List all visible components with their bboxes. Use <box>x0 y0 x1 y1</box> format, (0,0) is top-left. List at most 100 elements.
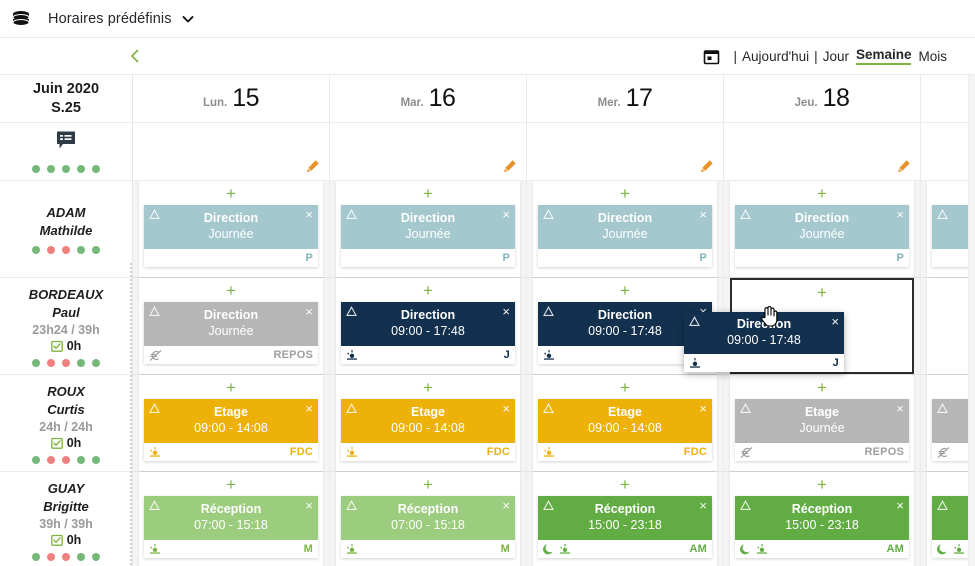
close-icon[interactable]: × <box>699 208 707 221</box>
add-shift-button[interactable]: + <box>139 472 323 496</box>
add-shift-button[interactable]: + <box>927 181 968 205</box>
schedule-cell[interactable]: +DirectionJournée×P <box>133 181 329 278</box>
schedule-cell[interactable]: + Etage 09:00 - 14:08 × FDC <box>330 375 526 472</box>
pencil-icon[interactable] <box>897 159 911 173</box>
shift-card[interactable]: DirectionJournée×P <box>735 205 909 267</box>
shift-card[interactable]: Direction 09:00 - 17:48 × J <box>341 302 515 364</box>
add-shift-button[interactable]: + <box>732 280 912 304</box>
add-shift-button[interactable]: + <box>139 375 323 399</box>
close-icon[interactable]: × <box>699 499 707 512</box>
close-icon[interactable]: × <box>502 499 510 512</box>
add-shift-button[interactable]: + <box>927 375 968 399</box>
day-header[interactable]: Jeu. 18 <box>724 75 920 123</box>
employee-row-header[interactable]: ROUX Curtis 24h / 24h 0h <box>0 375 132 472</box>
shift-card[interactable]: DirectionJournée×P <box>932 205 968 267</box>
close-icon[interactable]: × <box>896 208 904 221</box>
pencil-icon[interactable] <box>700 159 714 173</box>
shift-card[interactable]: Etage 09:00 - 14:08 × FDC <box>341 399 515 461</box>
day-note-cell[interactable] <box>330 123 526 181</box>
close-icon[interactable]: × <box>305 305 313 318</box>
shift-card[interactable]: Direction Journée × REPOS <box>144 302 318 364</box>
day-header[interactable] <box>921 75 968 123</box>
close-icon[interactable]: × <box>305 208 313 221</box>
day-header[interactable]: Mar. 16 <box>330 75 526 123</box>
add-shift-button[interactable]: + <box>730 472 914 496</box>
database-icon[interactable] <box>6 9 36 29</box>
shift-card[interactable]: Etage 09:00 - 14:08 × FDC <box>144 399 318 461</box>
shift-card[interactable]: Réception15:00 - 23:18×AM <box>735 496 909 558</box>
employee-row-header[interactable]: BORDEAUX Paul 23h24 / 39h 0h <box>0 278 132 375</box>
add-shift-button[interactable]: + <box>730 375 914 399</box>
schedule-cell-inner: + Réception 15:00 - 23:18 × AM <box>533 472 717 566</box>
close-icon[interactable]: × <box>896 402 904 415</box>
shift-badge: J <box>503 349 510 361</box>
schedule-cell[interactable]: +DirectionJournée×P <box>330 181 526 278</box>
day-note-cell[interactable] <box>527 123 723 181</box>
day-header[interactable]: Mer. 17 <box>527 75 723 123</box>
shift-card[interactable]: Réception 07:00 - 15:18 × M <box>144 496 318 558</box>
close-icon[interactable]: × <box>502 208 510 221</box>
schedule-cell[interactable]: +Réception15:00 - 23:18×AM <box>921 472 968 566</box>
add-shift-button[interactable]: + <box>533 278 717 302</box>
close-icon[interactable]: × <box>502 402 510 415</box>
employee-row-header[interactable]: ADAM Mathilde <box>0 181 132 278</box>
schedule-cell[interactable]: +Réception15:00 - 23:18×AM <box>527 472 723 566</box>
close-icon[interactable]: × <box>831 315 839 328</box>
schedule-cell[interactable]: + Direction Journée × REPOS <box>133 278 329 375</box>
schedule-cell[interactable]: +EtageJournée×REPOS <box>724 375 920 472</box>
today-button[interactable]: Aujourd'hui <box>742 49 809 64</box>
add-shift-button[interactable]: + <box>533 375 717 399</box>
schedule-cell[interactable]: + Direction 09:00 - 17:48 × J <box>330 278 526 375</box>
close-icon[interactable]: × <box>305 499 313 512</box>
add-shift-button[interactable]: + <box>336 181 520 205</box>
shift-card[interactable]: Réception15:00 - 23:18×AM <box>932 496 968 558</box>
shift-card[interactable]: DirectionJournée×P <box>144 205 318 267</box>
schedule-cell[interactable]: +EtageJournée×REPOS <box>921 375 968 472</box>
chevron-down-icon[interactable] <box>181 12 195 26</box>
day-note-cell[interactable] <box>724 123 920 181</box>
close-icon[interactable]: × <box>699 402 707 415</box>
close-icon[interactable]: × <box>896 499 904 512</box>
schedule-cell[interactable]: + Etage 09:00 - 14:08 × FDC <box>527 375 723 472</box>
add-shift-button[interactable]: + <box>336 472 520 496</box>
shift-card[interactable]: Réception 07:00 - 15:18 × M <box>341 496 515 558</box>
add-shift-button[interactable]: + <box>336 375 520 399</box>
schedule-cell[interactable]: +DirectionJournée×P <box>921 181 968 278</box>
calendar-icon[interactable] <box>703 48 720 65</box>
day-note-cell[interactable] <box>133 123 329 181</box>
schedule-cell[interactable]: +DirectionJournée×P <box>724 181 920 278</box>
schedule-cell[interactable]: +DirectionJournée×P <box>527 181 723 278</box>
close-icon[interactable]: × <box>305 402 313 415</box>
add-shift-button[interactable]: + <box>139 181 323 205</box>
close-icon[interactable]: × <box>502 305 510 318</box>
shift-card[interactable]: EtageJournée×REPOS <box>735 399 909 461</box>
add-shift-button[interactable]: + <box>927 472 968 496</box>
schedule-cell[interactable]: + Réception 07:00 - 15:18 × M <box>133 472 329 566</box>
day-note-cell[interactable] <box>921 123 968 181</box>
shift-card[interactable]: Etage 09:00 - 14:08 × FDC <box>538 399 712 461</box>
view-month-button[interactable]: Mois <box>918 49 947 64</box>
shift-card[interactable]: Réception15:00 - 23:18×AM <box>538 496 712 558</box>
shift-card[interactable]: EtageJournée×REPOS <box>932 399 968 461</box>
add-shift-button[interactable]: + <box>533 181 717 205</box>
day-header[interactable]: Lun. 15 <box>133 75 329 123</box>
comment-list-icon[interactable] <box>55 130 77 156</box>
pencil-icon[interactable] <box>503 159 517 173</box>
shift-card[interactable]: DirectionJournée×P <box>538 205 712 267</box>
add-shift-button[interactable]: + <box>139 278 323 302</box>
schedule-cell[interactable]: +Réception15:00 - 23:18×AM <box>724 472 920 566</box>
schedule-cell[interactable]: + Réception 07:00 - 15:18 × M <box>330 472 526 566</box>
employee-row-header[interactable]: GUAY Brigitte 39h / 39h 0h <box>0 472 132 566</box>
view-day-button[interactable]: Jour <box>823 49 849 64</box>
schedule-cell[interactable]: + Etage 09:00 - 14:08 × FDC <box>133 375 329 472</box>
previous-week-button[interactable] <box>128 48 142 64</box>
schedule-cell[interactable]: + <box>921 278 968 375</box>
add-shift-button[interactable]: + <box>730 181 914 205</box>
add-shift-button[interactable]: + <box>533 472 717 496</box>
shift-card[interactable]: DirectionJournée×P <box>341 205 515 267</box>
view-week-button[interactable]: Semaine <box>855 47 912 65</box>
pencil-icon[interactable] <box>306 159 320 173</box>
add-shift-button[interactable]: + <box>927 278 968 302</box>
add-shift-button[interactable]: + <box>336 278 520 302</box>
day-sun-icon <box>689 357 701 369</box>
